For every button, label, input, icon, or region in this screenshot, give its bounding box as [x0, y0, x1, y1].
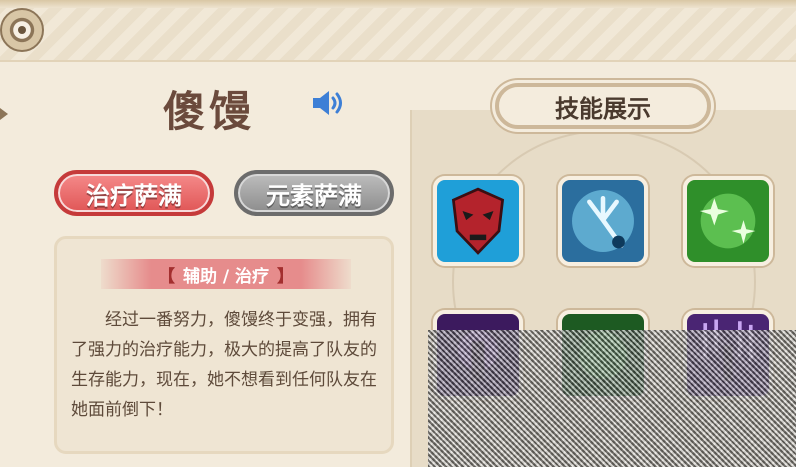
class-tab-elemental-shaman[interactable]: 元素萨满 — [234, 170, 394, 216]
tribal-mask-icon — [437, 180, 519, 262]
top-frame-edge — [0, 0, 796, 8]
skill-tribal-mask[interactable] — [433, 176, 523, 266]
hero-name: 傻馒 — [163, 87, 256, 136]
class-tab-healing-shaman[interactable]: 治疗萨满 — [54, 170, 214, 216]
side-arrow-icon[interactable] — [0, 108, 8, 120]
compass-badge-icon[interactable] — [0, 8, 44, 52]
role-bracket-right: 】 — [277, 266, 295, 287]
role-banner: 【 辅助 / 治疗 】 — [101, 259, 351, 289]
ice-trident-icon — [562, 180, 644, 262]
role-text: 辅助 / 治疗 — [182, 266, 270, 287]
speaker-icon[interactable] — [309, 88, 345, 118]
green-sparkle-icon — [687, 180, 769, 262]
role-bracket-left: 【 — [157, 266, 175, 287]
skill-green-sparkle[interactable] — [683, 176, 773, 266]
top-pattern-band — [0, 0, 796, 62]
hero-description: 经过一番努力，傻馒终于变强，拥有了强力的治疗能力，极大的提高了队友的生存能力，现… — [71, 310, 377, 420]
skills-title: 技能展示 — [495, 83, 711, 129]
description-card: 【 辅助 / 治疗 】 经过一番努力，傻馒终于变强，拥有了强力的治疗能力，极大的… — [54, 236, 394, 454]
noise-overlay — [428, 330, 796, 467]
skill-ice-trident[interactable] — [558, 176, 648, 266]
